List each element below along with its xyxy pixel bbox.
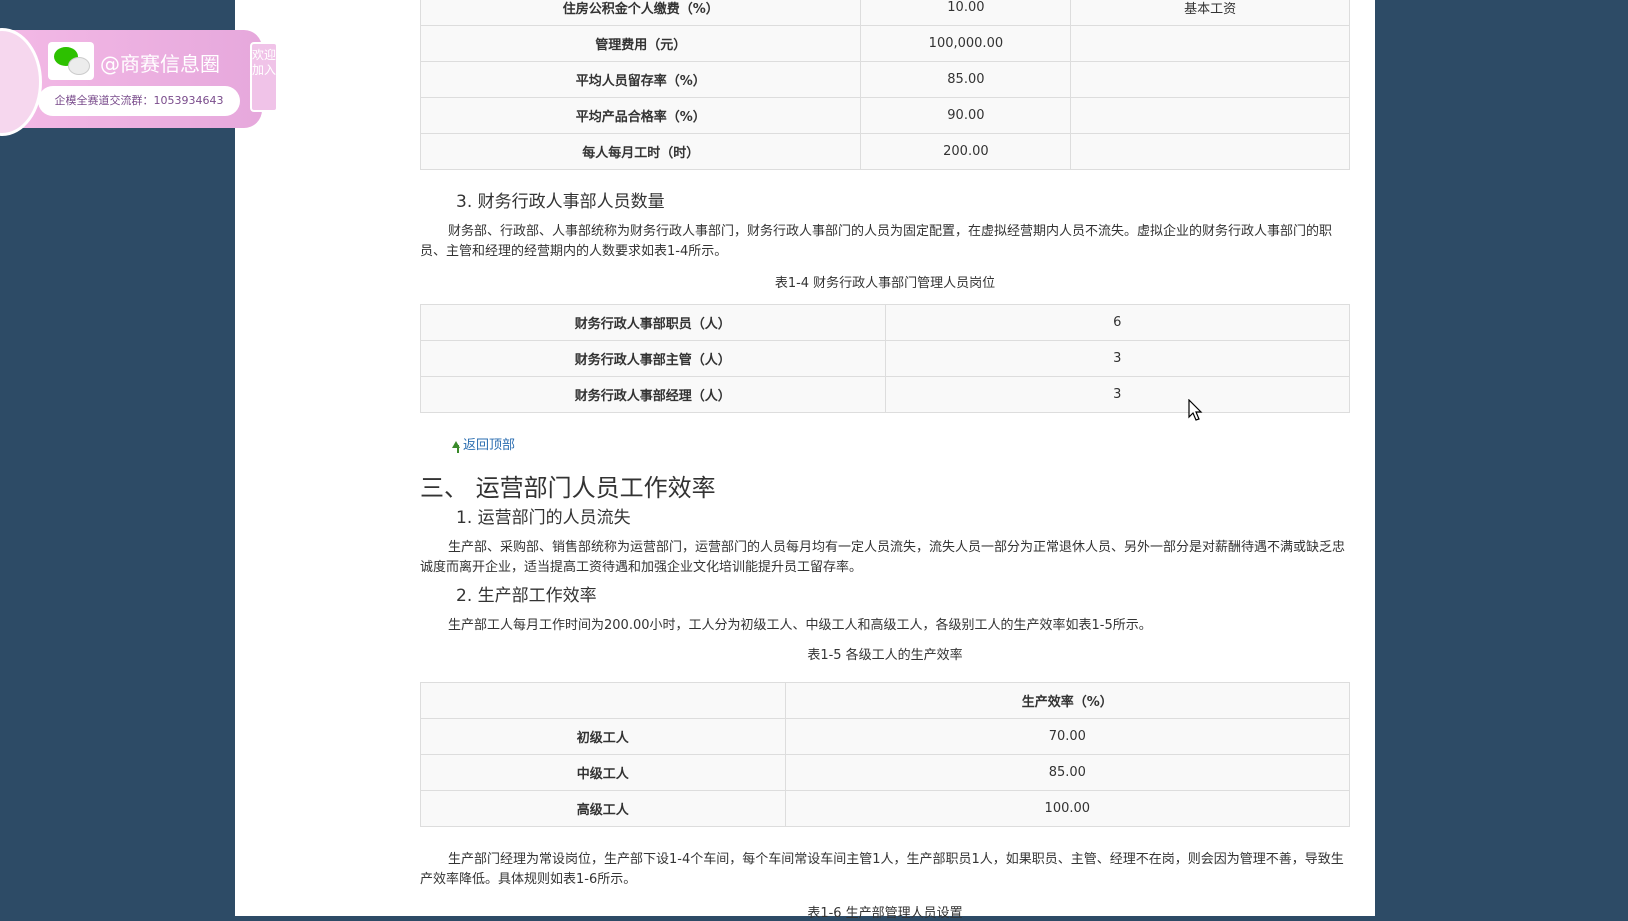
- management-paragraph: 生产部门经理为常设岗位，生产部下设1-4个车间，每个车间常设车间主管1人，生产部…: [420, 852, 1344, 887]
- param-value: 10.00: [860, 0, 1072, 26]
- parameters-table: 住房公积金个人缴费（%） 10.00 基本工资 管理费用（元） 100,000.…: [419, 0, 1350, 170]
- worker-efficiency: 100.00: [784, 790, 1351, 827]
- table-row: 平均产品合格率（%） 90.00: [419, 97, 1350, 134]
- table-row: 住房公积金个人缴费（%） 10.00 基本工资: [419, 0, 1350, 26]
- welcome-join-button[interactable]: 欢迎加入: [250, 42, 278, 112]
- param-label: 平均产品合格率（%）: [419, 97, 862, 134]
- worker-level: 高级工人: [420, 790, 786, 827]
- param-value: 100,000.00: [860, 25, 1072, 62]
- param-value: 85.00: [860, 61, 1072, 98]
- table-row: 管理费用（元） 100,000.00: [419, 25, 1350, 62]
- production-time-paragraph: 生产部工人每月工作时间为200.00小时，工人分为初级工人、中级工人和高级工人，…: [448, 618, 1152, 633]
- table-row: 平均人员留存率（%） 85.00: [419, 61, 1350, 98]
- table-caption-1-4: 表1-4 财务行政人事部门管理人员岗位: [774, 276, 996, 291]
- document-page: 住房公积金个人缴费（%） 10.00 基本工资 管理费用（元） 100,000.…: [235, 0, 1375, 921]
- param-label: 平均人员留存率（%）: [419, 61, 862, 98]
- promo-badge[interactable]: @商赛信息圈 企模全赛道交流群：1053934643: [0, 28, 262, 136]
- param-note: [1070, 133, 1350, 170]
- staff-label: 财务行政人事部职员（人）: [420, 304, 886, 341]
- staff-value: 6: [884, 304, 1351, 341]
- table-caption-1-5: 表1-5 各级工人的生产效率: [807, 648, 963, 663]
- param-label: 每人每月工时（时）: [419, 133, 862, 170]
- table-row: 财务行政人事部经理（人） 3: [420, 376, 1351, 413]
- table-row: 财务行政人事部主管（人） 3: [420, 340, 1351, 377]
- param-note: [1070, 25, 1350, 62]
- efficiency-header: 生产效率（%）: [784, 682, 1351, 719]
- staff-label: 财务行政人事部主管（人）: [420, 340, 886, 377]
- table-row: 高级工人 100.00: [420, 790, 1351, 827]
- param-note: [1070, 61, 1350, 98]
- group-number: 企模全赛道交流群：1053934643: [38, 86, 240, 116]
- param-note: [1070, 97, 1350, 134]
- param-value: 90.00: [860, 97, 1072, 134]
- avatar: [0, 28, 42, 136]
- finance-staff-paragraph: 财务部、行政部、人事部统称为财务行政人事部门，财务行政人事部门的人员为固定配置，…: [420, 224, 1333, 259]
- back-to-top-link[interactable]: 返回顶部: [420, 436, 515, 456]
- turnover-paragraph: 生产部、采购部、销售部统称为运营部门，运营部门的人员每月均有一定人员流失，流失人…: [420, 540, 1346, 575]
- worker-level: 中级工人: [420, 754, 786, 791]
- worker-level: 初级工人: [420, 718, 786, 755]
- table-row: 每人每月工时（时） 200.00: [419, 133, 1350, 170]
- table-row: 初级工人 70.00: [420, 718, 1351, 755]
- staff-value: 3: [884, 376, 1351, 413]
- param-note: 基本工资: [1070, 0, 1350, 26]
- param-label: 住房公积金个人缴费（%）: [419, 0, 862, 26]
- param-label: 管理费用（元）: [419, 25, 862, 62]
- staff-value: 3: [884, 340, 1351, 377]
- arrow-stem-icon: [457, 444, 459, 453]
- wechat-icon: [48, 42, 94, 80]
- table-row: 中级工人 85.00: [420, 754, 1351, 791]
- back-to-top-label: 返回顶部: [463, 438, 516, 453]
- table-header-row: 生产效率（%）: [420, 682, 1351, 719]
- section-heading-finance-staff: 3. 财务行政人事部人员数量: [456, 192, 665, 212]
- table-row: 财务行政人事部职员（人） 6: [420, 304, 1351, 341]
- section-title-operations: 三、 运营部门人员工作效率: [420, 474, 716, 502]
- staff-label: 财务行政人事部经理（人）: [420, 376, 886, 413]
- param-value: 200.00: [860, 133, 1072, 170]
- badge-title: @商赛信息圈: [100, 52, 220, 76]
- subheading-production-efficiency: 2. 生产部工作效率: [456, 586, 597, 606]
- table-caption-1-6: 表1-6 生产部管理人员设置: [807, 906, 963, 921]
- subheading-staff-turnover: 1. 运营部门的人员流失: [456, 508, 631, 528]
- worker-efficiency: 70.00: [784, 718, 1351, 755]
- finance-staff-table: 财务行政人事部职员（人） 6 财务行政人事部主管（人） 3 财务行政人事部经理（…: [420, 304, 1351, 413]
- worker-efficiency: 85.00: [784, 754, 1351, 791]
- mouse-cursor-icon: [1188, 399, 1203, 421]
- worker-efficiency-table: 生产效率（%） 初级工人 70.00 中级工人 85.00 高级工人 100.0…: [420, 682, 1351, 827]
- empty-header-cell: [420, 682, 786, 719]
